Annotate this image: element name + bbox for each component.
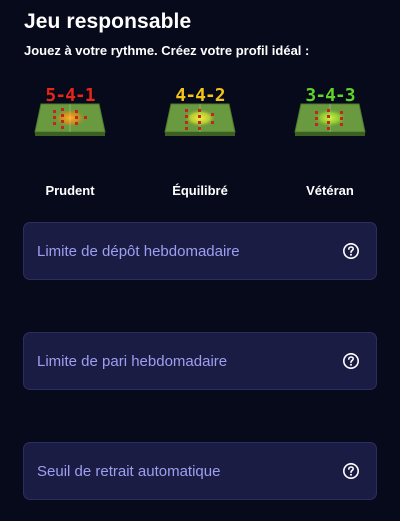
profile-prudent[interactable]: 5-4-1 Prudent — [15, 86, 125, 202]
auto-withdrawal-threshold-field[interactable]: Seuil de retrait automatique — [23, 442, 377, 500]
profile-label: Équilibré — [172, 183, 228, 198]
profile-label: Vétéran — [306, 183, 354, 198]
question-circle-icon[interactable] — [342, 462, 360, 480]
field-label: Seuil de retrait automatique — [37, 462, 221, 480]
question-circle-icon[interactable] — [342, 352, 360, 370]
page-subtitle: Jouez à votre rythme. Créez votre profil… — [24, 43, 310, 58]
pitch-icon — [293, 102, 367, 138]
weekly-deposit-limit-field[interactable]: Limite de dépôt hebdomadaire — [23, 222, 377, 280]
field-label: Limite de pari hebdomadaire — [37, 352, 228, 370]
profile-veteran[interactable]: 3-4-3 Vétéran — [275, 86, 385, 202]
pitch-icon — [163, 102, 237, 138]
profile-label: Prudent — [45, 183, 95, 198]
weekly-bet-limit-field[interactable]: Limite de pari hebdomadaire — [23, 332, 377, 390]
profile-equilibre[interactable]: 4-4-2 Équilibré — [145, 86, 255, 202]
page-title: Jeu responsable — [24, 10, 192, 33]
pitch-icon — [33, 102, 107, 138]
question-circle-icon[interactable] — [342, 242, 360, 260]
field-label: Limite de dépôt hebdomadaire — [37, 242, 240, 260]
profile-selector: 5-4-1 Prudent 4-4-2 Équilibré 3-4-3 Vété… — [0, 86, 400, 206]
